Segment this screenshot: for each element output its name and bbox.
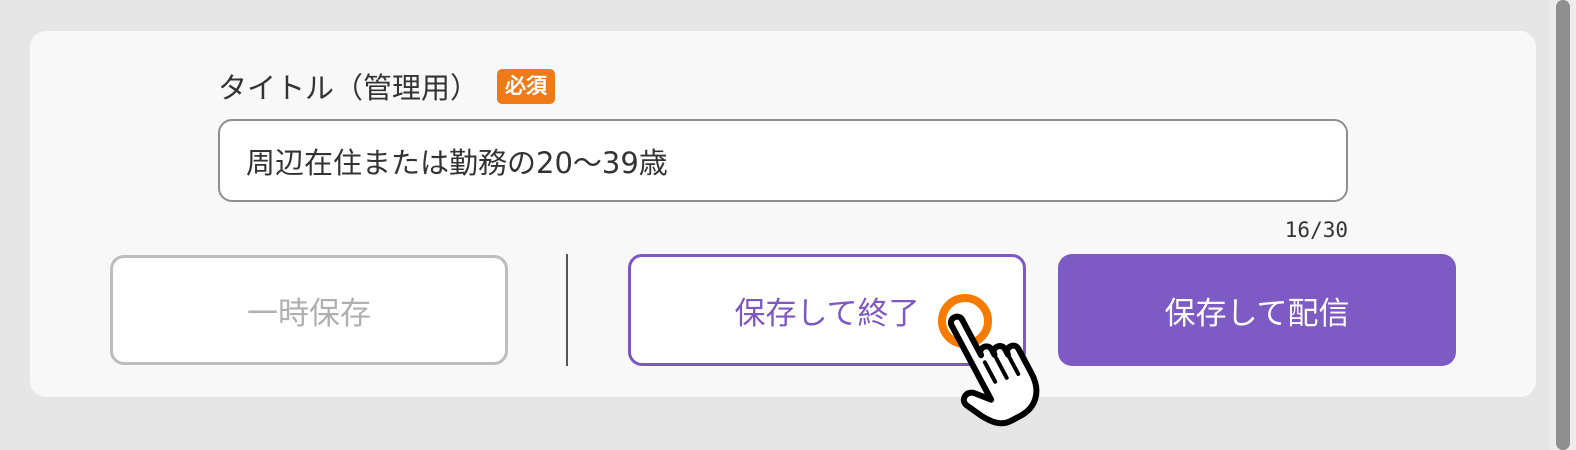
button-divider (566, 254, 568, 366)
scrollbar-thumb[interactable] (1556, 0, 1570, 450)
char-counter: 16/30 (1284, 218, 1348, 242)
title-field-label: タイトル（管理用） 必須 (218, 64, 556, 108)
title-label-text: タイトル（管理用） (218, 71, 480, 105)
title-input[interactable] (218, 119, 1348, 202)
temp-save-button[interactable]: 一時保存 (110, 255, 508, 365)
scrollbar-track[interactable] (1550, 0, 1576, 450)
save-and-publish-button[interactable]: 保存して配信 (1058, 254, 1456, 366)
required-badge: 必須 (497, 68, 556, 104)
save-and-exit-button[interactable]: 保存して終了 (628, 254, 1026, 366)
